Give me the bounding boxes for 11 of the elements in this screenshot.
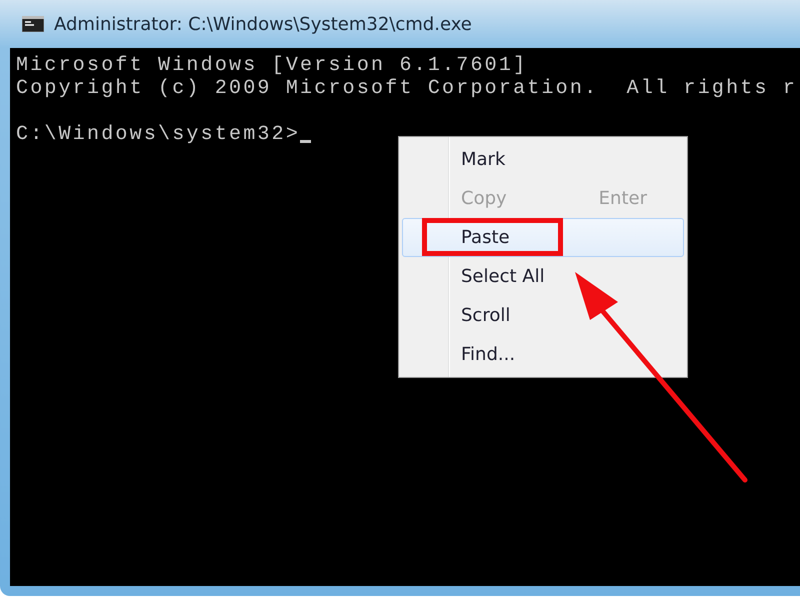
- menu-item[interactable]: Select All: [461, 266, 545, 287]
- text-cursor: [300, 140, 312, 143]
- console-text: C:\Windows\system32>: [16, 123, 300, 146]
- window-title: Administrator: C:\Windows\System32\cmd.exe: [54, 14, 472, 34]
- menu-item[interactable]: Mark: [461, 149, 506, 170]
- console-text: Microsoft Windows [Version 6.1.7601]: [16, 54, 528, 77]
- console-icon: [22, 16, 44, 32]
- menu-item[interactable]: Scroll: [461, 305, 510, 326]
- console-text: Copyright (c) 2009 Microsoft Corporation. All rights r: [16, 77, 798, 100]
- menu-item[interactable]: Find...: [461, 344, 516, 365]
- shortcut-text: Enter: [598, 188, 647, 209]
